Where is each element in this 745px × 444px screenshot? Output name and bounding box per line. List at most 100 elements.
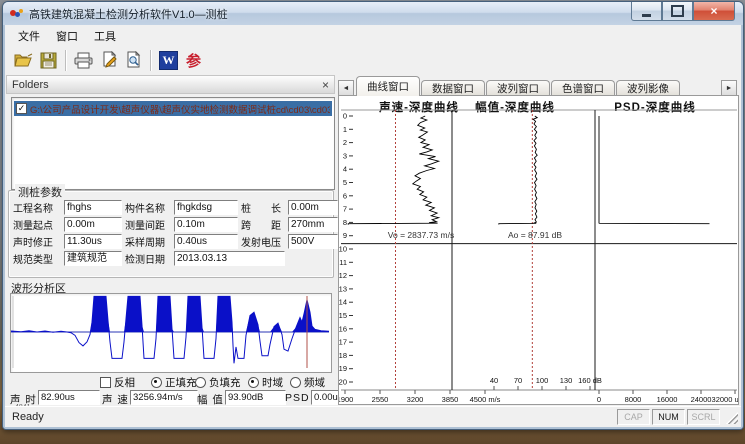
- freq-domain-radio[interactable]: 频域: [290, 375, 325, 390]
- open-file-button[interactable]: [11, 49, 36, 72]
- param-label: 测量间距: [125, 217, 171, 232]
- param-label: 发射电压: [241, 234, 285, 249]
- svg-text:3: 3: [343, 151, 347, 160]
- waveform-plot[interactable]: [10, 293, 332, 373]
- file-checkbox[interactable]: ✓: [16, 103, 27, 114]
- svg-text:4: 4: [343, 165, 347, 174]
- psd-label: PSD: [285, 392, 310, 404]
- svg-text:2: 2: [343, 138, 347, 147]
- menu-tools[interactable]: 工具: [87, 26, 123, 46]
- component-name-field[interactable]: fhgkdsg: [174, 200, 238, 215]
- magnifier-page-icon: [125, 51, 143, 69]
- svg-text:3850: 3850: [442, 395, 459, 404]
- menu-file[interactable]: 文件: [11, 26, 47, 46]
- time-domain-label: 时域: [262, 375, 283, 390]
- radio-icon: [195, 377, 206, 388]
- close-button[interactable]: ×: [693, 2, 735, 21]
- title-bar[interactable]: 高铁建筑混凝土检测分析软件V1.0—测桩 ×: [3, 2, 743, 25]
- export-word-button[interactable]: W: [156, 49, 181, 72]
- pile-params-group: 测桩参数 工程名称 fhghs 构件名称 fhgkdsg 桩 长 0.00m 测…: [8, 190, 334, 278]
- tab-scroll-left-icon[interactable]: ◄: [338, 80, 354, 96]
- spec-type-field[interactable]: 建筑规范: [64, 251, 122, 266]
- svg-text:1: 1: [343, 125, 347, 134]
- client-area: Folders × ✓ G:\公司产品设计开发\超声仪器\超声仪实地检测数据调试…: [5, 74, 741, 407]
- svg-text:8: 8: [343, 218, 347, 227]
- toolbar-separator: [150, 50, 152, 71]
- save-button[interactable]: [36, 49, 61, 72]
- print-button[interactable]: [71, 49, 96, 72]
- svg-text:Ao = 87.91 dB: Ao = 87.91 dB: [508, 230, 562, 240]
- page-pen-icon: [100, 51, 118, 69]
- svg-text:19: 19: [339, 364, 347, 373]
- curve-tab-content: 声速-深度曲线 幅值-深度曲线 PSD-深度曲线 012345678910111…: [338, 95, 739, 405]
- svg-text:2550: 2550: [372, 395, 389, 404]
- svg-text:130: 130: [560, 376, 573, 385]
- pile-length-field[interactable]: 0.00m: [288, 200, 338, 215]
- maximize-button[interactable]: [662, 2, 693, 21]
- minimize-button[interactable]: [631, 2, 662, 21]
- invert-label: 反相: [114, 375, 135, 390]
- tab-wavetrain-image[interactable]: 波列影像: [616, 80, 680, 96]
- pile-params-title: 测桩参数: [15, 184, 65, 200]
- sound-time-field[interactable]: 82.90us: [38, 390, 100, 405]
- folders-header: Folders ×: [6, 75, 335, 94]
- scroll-indicator: SCRL: [687, 409, 720, 425]
- tab-spectrum-window[interactable]: 色谱窗口: [551, 80, 615, 96]
- sound-speed-label: 声 速: [102, 392, 129, 407]
- fill-positive-label: 正填充: [165, 375, 197, 390]
- tab-scroll-right-icon[interactable]: ►: [721, 80, 737, 96]
- svg-text:0: 0: [597, 395, 601, 404]
- span-field[interactable]: 270mm: [288, 217, 338, 232]
- sample-period-field[interactable]: 0.40us: [174, 234, 238, 249]
- svg-text:3200: 3200: [407, 395, 424, 404]
- test-date-field[interactable]: 2013.03.13: [174, 251, 285, 266]
- file-list[interactable]: ✓ G:\公司产品设计开发\超声仪器\超声仪实地检测数据调试桩cd\cd03\c…: [11, 97, 335, 190]
- fill-negative-radio[interactable]: 负填充: [195, 375, 241, 390]
- radio-icon: [290, 377, 301, 388]
- app-icon: [10, 8, 24, 20]
- svg-text:10: 10: [339, 245, 347, 254]
- svg-text:32000 us^2/m: 32000 us^2/m: [712, 395, 739, 404]
- svg-text:160 dB: 160 dB: [578, 376, 602, 385]
- start-point-field[interactable]: 0.00m: [64, 217, 122, 232]
- svg-text:1900: 1900: [339, 395, 353, 404]
- status-bar: Ready CAP NUM SCRL: [5, 406, 741, 427]
- amplitude-field[interactable]: 93.90dB: [225, 390, 286, 405]
- folders-title: Folders: [12, 79, 49, 91]
- caps-indicator: CAP: [617, 409, 650, 425]
- time-correction-field[interactable]: 11.30us: [64, 234, 122, 249]
- params-icon: 参: [186, 50, 201, 71]
- param-label: 检测日期: [125, 251, 171, 266]
- spacing-field[interactable]: 0.10m: [174, 217, 238, 232]
- sound-speed-field[interactable]: 3256.94m/s: [130, 390, 198, 405]
- svg-text:100: 100: [536, 376, 549, 385]
- parameters-button[interactable]: 参: [181, 49, 206, 72]
- waveform-svg: [11, 294, 329, 370]
- svg-text:24000: 24000: [691, 395, 712, 404]
- print-preview-button[interactable]: [121, 49, 146, 72]
- svg-text:9: 9: [343, 231, 347, 240]
- menu-bar: 文件 窗口 工具: [5, 25, 741, 47]
- param-label: 构件名称: [125, 200, 171, 215]
- fill-positive-radio[interactable]: 正填充: [151, 375, 197, 390]
- param-label: 规范类型: [13, 251, 61, 266]
- readout-row: 声 时 82.90us 声 速 3256.94m/s 幅 值 93.90dB P…: [5, 390, 336, 406]
- file-path: G:\公司产品设计开发\超声仪器\超声仪实地检测数据调试桩cd\cd03\cd0…: [30, 102, 330, 116]
- project-name-field[interactable]: fhghs: [64, 200, 122, 215]
- menu-window[interactable]: 窗口: [49, 26, 85, 46]
- tab-curve-window[interactable]: 曲线窗口: [356, 76, 420, 96]
- folders-close-icon[interactable]: ×: [322, 80, 329, 90]
- tab-data-window[interactable]: 数据窗口: [421, 80, 485, 96]
- voltage-field[interactable]: 500V: [288, 234, 338, 249]
- word-icon: W: [159, 51, 178, 70]
- time-domain-radio[interactable]: 时域: [248, 375, 283, 390]
- svg-text:Vo = 2837.73 m/s: Vo = 2837.73 m/s: [388, 230, 454, 240]
- svg-text:20: 20: [339, 378, 347, 387]
- print-setup-button[interactable]: [96, 49, 121, 72]
- list-item[interactable]: ✓ G:\公司产品设计开发\超声仪器\超声仪实地检测数据调试桩cd\cd03\c…: [14, 101, 332, 116]
- svg-text:18: 18: [339, 351, 347, 360]
- resize-grip[interactable]: [726, 412, 738, 424]
- invert-checkbox[interactable]: 反相: [100, 375, 135, 390]
- tab-wavetrain-window[interactable]: 波列窗口: [486, 80, 550, 96]
- param-label: 声时修正: [13, 234, 61, 249]
